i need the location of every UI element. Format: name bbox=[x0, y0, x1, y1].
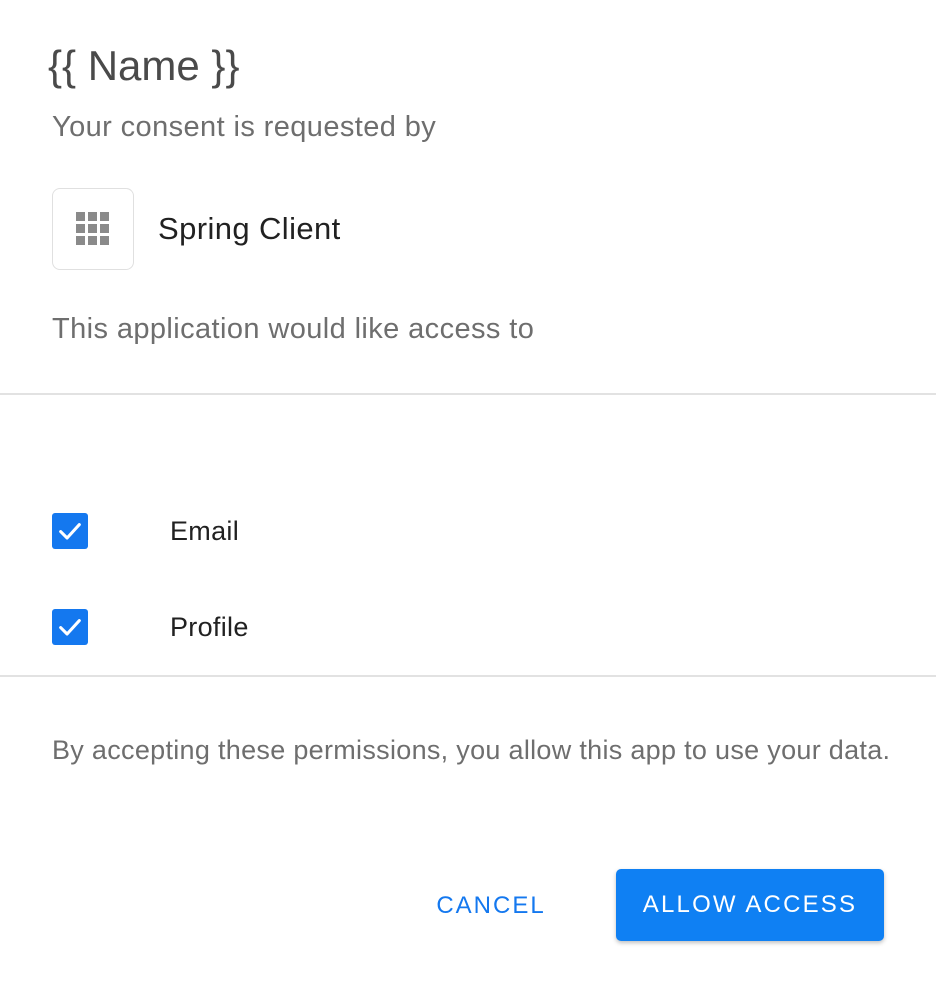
client-name: Spring Client bbox=[158, 211, 341, 246]
allow-access-button[interactable]: ALLOW ACCESS bbox=[616, 869, 884, 941]
consent-notice: By accepting these permissions, you allo… bbox=[52, 735, 891, 765]
email-checkbox[interactable] bbox=[52, 513, 88, 549]
access-description: This application would like access to bbox=[52, 313, 535, 345]
divider bbox=[0, 675, 936, 677]
consent-page: {{ Name }} Your consent is requested by … bbox=[0, 0, 936, 987]
scope-label-email: Email bbox=[170, 515, 240, 546]
scope-label-profile: Profile bbox=[170, 611, 249, 642]
apps-grid-icon bbox=[52, 188, 134, 270]
checkmark-icon bbox=[59, 523, 81, 540]
cancel-button[interactable]: CANCEL bbox=[420, 870, 562, 942]
checkmark-icon bbox=[59, 619, 81, 636]
divider bbox=[0, 393, 936, 395]
page-title: {{ Name }} bbox=[48, 42, 240, 89]
client-info: Spring Client bbox=[52, 187, 341, 271]
profile-checkbox[interactable] bbox=[52, 609, 88, 645]
scope-item-email[interactable]: Email bbox=[52, 513, 239, 549]
scope-item-profile[interactable]: Profile bbox=[52, 609, 248, 645]
consent-subtitle: Your consent is requested by bbox=[52, 111, 437, 143]
